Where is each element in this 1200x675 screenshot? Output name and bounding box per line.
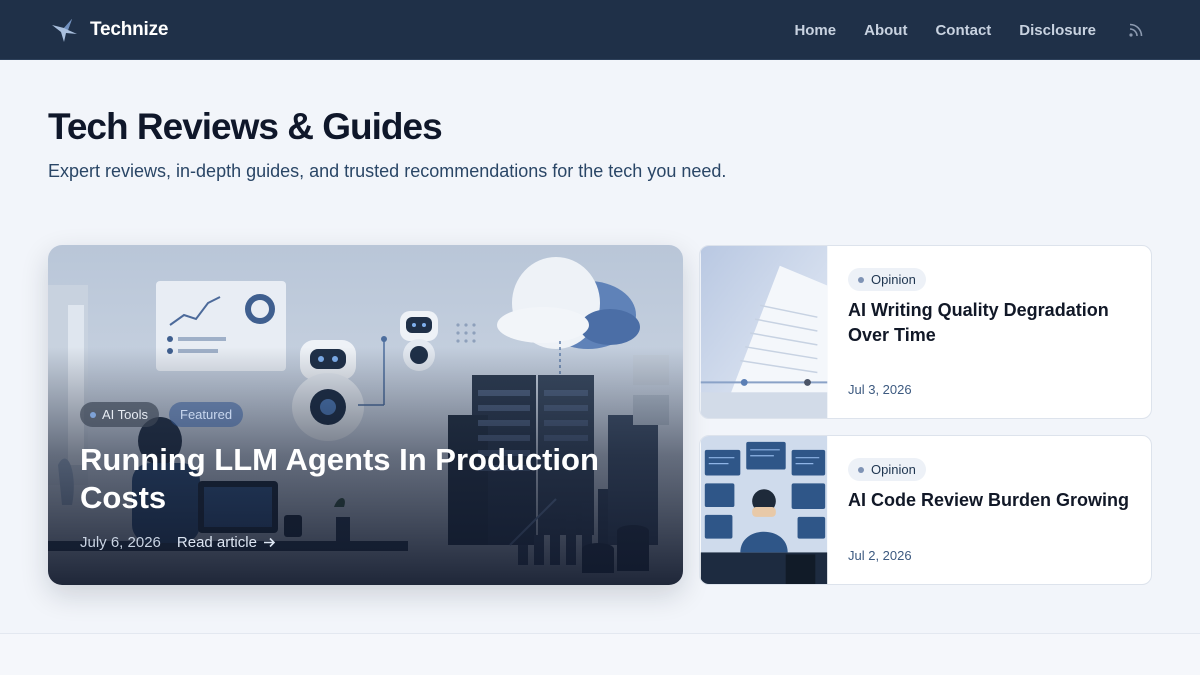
badge-dot-icon	[858, 466, 864, 473]
bird-logo-icon	[52, 19, 77, 42]
nav-disclosure[interactable]: Disclosure	[1019, 22, 1096, 39]
nav-about[interactable]: About	[864, 22, 907, 39]
featured-meta: July 6, 2026 Read article	[80, 534, 276, 551]
article-date: Jul 3, 2026	[848, 382, 912, 397]
featured-title[interactable]: Running LLM Agents In Production Costs	[80, 441, 640, 517]
rss-icon[interactable]	[1128, 22, 1144, 38]
nav-home[interactable]: Home	[794, 22, 836, 39]
category-badge[interactable]: Opinion	[848, 268, 926, 291]
nav-contact[interactable]: Contact	[935, 22, 991, 39]
site-header: Technize Home About Contact Disclosure	[0, 0, 1200, 60]
featured-date: July 6, 2026	[80, 534, 161, 551]
article-title[interactable]: AI Code Review Burden Growing	[848, 488, 1138, 513]
article-thumbnail	[700, 436, 828, 584]
article-title[interactable]: AI Writing Quality Degradation Over Time	[848, 298, 1138, 348]
article-card[interactable]: Opinion AI Writing Quality Degradation O…	[699, 245, 1152, 419]
footer-area	[0, 634, 1200, 675]
featured-article-card[interactable]: AI Tools Featured Running LLM Agents In …	[48, 245, 683, 585]
brand-link[interactable]: Technize	[50, 17, 168, 43]
badge-dot-icon	[858, 276, 864, 283]
category-badge[interactable]: Opinion	[848, 458, 926, 481]
article-card[interactable]: Opinion AI Code Review Burden Growing Ju…	[699, 435, 1152, 585]
article-body: Opinion AI Code Review Burden Growing Ju…	[848, 436, 1135, 584]
tag-dot-icon	[90, 411, 96, 418]
category-label: Opinion	[871, 462, 916, 477]
featured-tags: AI Tools Featured	[80, 402, 244, 427]
read-article-link[interactable]: Read article	[177, 534, 276, 551]
brand-name: Technize	[90, 19, 169, 40]
page-title: Tech Reviews & Guides	[48, 106, 443, 147]
article-date: Jul 2, 2026	[848, 548, 912, 563]
read-article-label: Read article	[176, 534, 257, 551]
arrow-right-icon	[263, 537, 276, 548]
tag-featured[interactable]: Featured	[169, 402, 244, 427]
article-body: Opinion AI Writing Quality Degradation O…	[848, 246, 1135, 418]
category-label: Opinion	[871, 272, 916, 287]
tag-label: AI Tools	[102, 407, 149, 422]
tag-ai-tools[interactable]: AI Tools	[80, 402, 160, 427]
main-nav: Home About Contact Disclosure	[766, 0, 1144, 60]
page-subtitle: Expert reviews, in-depth guides, and tru…	[48, 161, 727, 181]
article-thumbnail	[700, 246, 828, 418]
